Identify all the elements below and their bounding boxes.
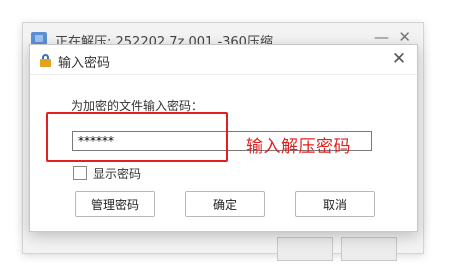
background-button[interactable] [277,237,333,261]
password-dialog: 输入密码 ✕ 为加密的文件输入密码： 输入解压密码 显示密码 管理密码 确定 取… [29,44,418,232]
minimize-icon[interactable]: — [374,29,389,45]
password-prompt-label: 为加密的文件输入密码： [71,99,204,113]
annotation-text: 输入解压密码 [246,137,351,157]
cancel-button[interactable]: 取消 [295,191,375,217]
lock-icon [38,53,53,67]
manage-passwords-button[interactable]: 管理密码 [75,191,155,217]
dialog-titlebar: 输入密码 ✕ [30,45,417,75]
ok-button[interactable]: 确定 [185,191,265,217]
dialog-title: 输入密码 [58,56,111,71]
show-password-checkbox[interactable] [73,166,87,180]
background-button[interactable] [341,237,397,261]
close-icon[interactable]: ✕ [389,49,409,69]
show-password-label: 显示密码 [93,167,142,181]
close-icon[interactable]: ✕ [398,29,411,45]
